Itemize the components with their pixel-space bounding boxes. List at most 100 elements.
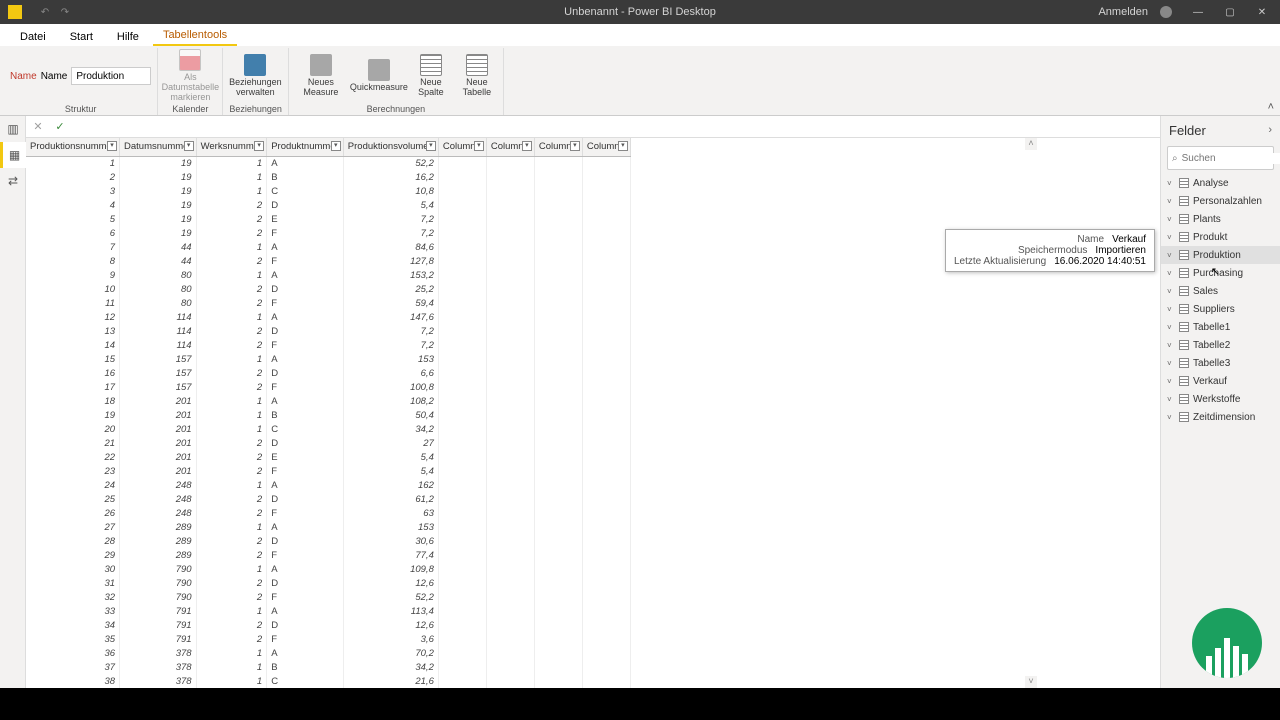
field-item[interactable]: ˅Suppliers [1161,300,1280,318]
table-row[interactable]: 182011A108,2 [26,394,630,408]
field-item[interactable]: ˅Zeitdimension [1161,408,1280,426]
mark-date-table-button[interactable]: Als Datumstabelle markieren [164,49,216,103]
table-row[interactable]: 337911A113,4 [26,604,630,618]
table-row[interactable]: 141142F7,2 [26,338,630,352]
filter-icon[interactable]: ▾ [184,141,194,151]
field-item[interactable]: ˅Werkstoffe [1161,390,1280,408]
field-item[interactable]: ˅Produktion [1161,246,1280,264]
column-header[interactable]: Column6▾ [438,138,486,156]
field-item[interactable]: ˅Tabelle2 [1161,336,1280,354]
chevron-down-icon[interactable]: ˅ [1167,359,1175,368]
table-row[interactable]: 252482D61,2 [26,492,630,506]
fields-search[interactable]: ⌕ [1167,146,1274,170]
chevron-down-icon[interactable]: ˅ [1167,287,1175,296]
filter-icon[interactable]: ▾ [474,141,484,151]
table-row[interactable]: 121141A147,6 [26,310,630,324]
chevron-down-icon[interactable]: ˅ [1167,179,1175,188]
table-row[interactable]: 212012D27 [26,436,630,450]
new-table-button[interactable]: Neue Tabelle [457,54,497,98]
table-row[interactable]: 357912F3,6 [26,632,630,646]
table-row[interactable]: 10802D25,2 [26,282,630,296]
field-item[interactable]: ˅Tabelle3 [1161,354,1280,372]
chevron-down-icon[interactable]: ˅ [1167,215,1175,224]
table-row[interactable]: 9801A153,2 [26,268,630,282]
table-row[interactable]: 151571A153 [26,352,630,366]
quick-measure-button[interactable]: Quickmeasure [353,59,405,93]
table-row[interactable]: 202011C34,2 [26,422,630,436]
field-item[interactable]: ˅Tabelle1 [1161,318,1280,336]
tab-tabellentools[interactable]: Tabellentools [153,26,237,46]
column-header[interactable]: Produktionsnummer▾ [26,138,120,156]
table-row[interactable]: 272891A153 [26,520,630,534]
undo-icon[interactable]: ↶ [38,5,52,19]
manage-relations-button[interactable]: Beziehungen verwalten [229,54,281,98]
chevron-down-icon[interactable]: ˅ [1167,395,1175,404]
field-item[interactable]: ˅Personalzahlen [1161,192,1280,210]
data-view-button[interactable]: ▦ [0,142,26,168]
table-row[interactable]: 232012F5,4 [26,464,630,478]
table-row[interactable]: 8442F127,8 [26,254,630,268]
filter-icon[interactable]: ▾ [107,141,117,151]
chevron-down-icon[interactable]: ˅ [1167,269,1175,278]
table-row[interactable]: 6192F7,2 [26,226,630,240]
table-row[interactable]: 347912D12,6 [26,618,630,632]
commit-formula-icon[interactable]: ✓ [52,120,68,133]
vertical-scrollbar[interactable]: ˄ ˅ [1025,138,1037,688]
field-item[interactable]: ˅Plants [1161,210,1280,228]
table-row[interactable]: 292892F77,4 [26,548,630,562]
table-row[interactable]: 222012E5,4 [26,450,630,464]
column-header[interactable]: Datumsnummer▾ [120,138,197,156]
cancel-formula-icon[interactable]: ✕ [30,120,46,133]
scroll-up-icon[interactable]: ˄ [1025,138,1037,150]
filter-icon[interactable]: ▾ [426,141,436,151]
maximize-button[interactable]: ▢ [1216,0,1244,24]
tab-start[interactable]: Start [60,28,103,46]
chevron-down-icon[interactable]: ˅ [1167,341,1175,350]
table-row[interactable]: 4192D5,4 [26,198,630,212]
filter-icon[interactable]: ▾ [254,141,264,151]
table-row[interactable]: 192011B50,4 [26,408,630,422]
table-row[interactable]: 11802F59,4 [26,296,630,310]
fields-search-input[interactable] [1182,153,1280,164]
table-row[interactable]: 327902F52,2 [26,590,630,604]
chevron-down-icon[interactable]: ˅ [1167,197,1175,206]
table-row[interactable]: 1191A52,2 [26,156,630,170]
column-header[interactable]: Column7▾ [486,138,534,156]
chevron-right-icon[interactable]: › [1268,124,1272,136]
table-row[interactable]: 2191B16,2 [26,170,630,184]
table-row[interactable]: 161572D6,6 [26,366,630,380]
field-item[interactable]: ˅Produkt [1161,228,1280,246]
new-column-button[interactable]: Neue Spalte [411,54,451,98]
table-row[interactable]: 307901A109,8 [26,562,630,576]
tab-datei[interactable]: Datei [10,28,56,46]
table-row[interactable]: 282892D30,6 [26,534,630,548]
column-header[interactable]: Column8▾ [534,138,582,156]
sign-in-link[interactable]: Anmelden [1098,6,1148,18]
report-view-button[interactable]: ▥ [0,116,26,142]
table-row[interactable]: 373781B34,2 [26,660,630,674]
table-row[interactable]: 383781C21,6 [26,674,630,688]
table-row[interactable]: 7441A84,6 [26,240,630,254]
field-item[interactable]: ˅Purchasing [1161,264,1280,282]
close-button[interactable]: ✕ [1248,0,1276,24]
data-table[interactable]: Produktionsnummer▾Datumsnummer▾Werksnumm… [26,138,631,688]
avatar[interactable] [1160,6,1172,18]
table-row[interactable]: 242481A162 [26,478,630,492]
scroll-down-icon[interactable]: ˅ [1025,676,1037,688]
field-item[interactable]: ˅Verkauf [1161,372,1280,390]
chevron-down-icon[interactable]: ˅ [1167,377,1175,386]
collapse-ribbon-icon[interactable]: ˄ [1268,101,1274,113]
column-header[interactable]: Column9▾ [582,138,630,156]
chevron-down-icon[interactable]: ˅ [1167,233,1175,242]
minimize-button[interactable]: — [1184,0,1212,24]
chevron-down-icon[interactable]: ˅ [1167,305,1175,314]
field-item[interactable]: ˅Analyse [1161,174,1280,192]
column-header[interactable]: Produktnummer▾ [267,138,344,156]
filter-icon[interactable]: ▾ [522,141,532,151]
table-row[interactable]: 3191C10,8 [26,184,630,198]
table-name-input[interactable] [71,67,151,85]
filter-icon[interactable]: ▾ [331,141,341,151]
model-view-button[interactable]: ⇄ [0,168,26,194]
field-item[interactable]: ˅Sales [1161,282,1280,300]
table-row[interactable]: 317902D12,6 [26,576,630,590]
